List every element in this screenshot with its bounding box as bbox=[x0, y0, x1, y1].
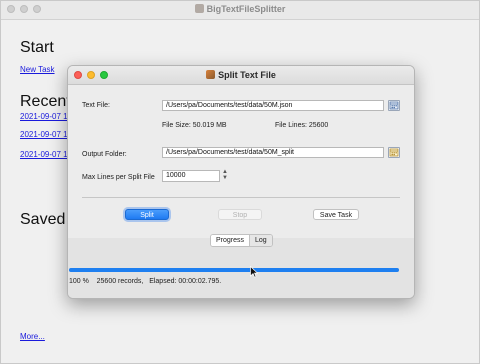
elapsed-text: Elapsed: 00:00:02.795. bbox=[149, 278, 222, 285]
main-window-title-text: BigTextFileSplitter bbox=[206, 4, 286, 14]
tab-log[interactable]: Log bbox=[249, 235, 272, 246]
output-folder-input[interactable]: /Users/pa/Documents/test/data/50M_split bbox=[162, 147, 384, 158]
progress-panel: 100 % 25600 records, Elapsed: 00:00:02.7… bbox=[68, 238, 414, 298]
progress-log-tabs: Progress Log bbox=[210, 234, 273, 247]
output-folder-label: Output Folder: bbox=[82, 151, 127, 158]
text-file-input[interactable]: /Users/pa/Documents/test/data/50M.json bbox=[162, 100, 384, 111]
recent-item[interactable]: 2021-09-07 1 bbox=[20, 130, 68, 139]
text-file-label: Text File: bbox=[82, 102, 111, 109]
stop-button[interactable]: Stop bbox=[218, 209, 262, 220]
output-folder-browse-button[interactable] bbox=[388, 147, 400, 158]
main-window-title: BigTextFileSplitter bbox=[1, 4, 479, 14]
recent-item[interactable]: 2021-09-07 1 bbox=[20, 150, 68, 159]
file-size-text: File Size: 50.019 MB bbox=[162, 122, 227, 129]
dialog-title-text: Split Text File bbox=[218, 70, 276, 80]
app-icon bbox=[194, 4, 204, 13]
progress-bar bbox=[69, 268, 399, 272]
start-heading: Start bbox=[20, 39, 54, 56]
dialog-app-icon bbox=[206, 70, 216, 79]
dialog-titlebar: Split Text File bbox=[68, 66, 414, 85]
folder-browse-icon bbox=[389, 101, 399, 110]
tab-progress[interactable]: Progress bbox=[211, 235, 250, 246]
folder-browse-icon bbox=[389, 148, 399, 157]
split-button[interactable]: Split bbox=[125, 209, 169, 220]
more-link[interactable]: More... bbox=[20, 332, 45, 341]
dialog-title: Split Text File bbox=[68, 70, 414, 80]
form-divider bbox=[82, 197, 400, 198]
max-lines-stepper[interactable]: ▲ ▼ bbox=[221, 169, 229, 182]
text-file-browse-button[interactable] bbox=[388, 100, 400, 111]
save-task-button[interactable]: Save Task bbox=[313, 209, 359, 220]
mouse-pointer-icon bbox=[250, 266, 258, 278]
file-lines-text: File Lines: 25600 bbox=[275, 122, 329, 129]
recent-item[interactable]: 2021-09-07 1 bbox=[20, 112, 68, 121]
new-task-link[interactable]: New Task bbox=[20, 65, 55, 74]
split-text-file-dialog: Split Text File Text File: /Users/pa/Doc… bbox=[67, 65, 415, 299]
split-form: Text File: /Users/pa/Documents/test/data… bbox=[68, 85, 414, 235]
main-titlebar: BigTextFileSplitter bbox=[1, 1, 479, 20]
records-text: 25600 records, bbox=[96, 278, 144, 285]
status-line: 100 % 25600 records, Elapsed: 00:00:02.7… bbox=[69, 278, 221, 285]
max-lines-label: Max Lines per Split File bbox=[82, 174, 155, 181]
recent-heading: Recent bbox=[20, 93, 71, 110]
max-lines-input[interactable]: 10000 bbox=[162, 170, 220, 182]
progress-percent-text: 100 % bbox=[69, 278, 89, 285]
progress-bar-fill bbox=[69, 268, 399, 272]
